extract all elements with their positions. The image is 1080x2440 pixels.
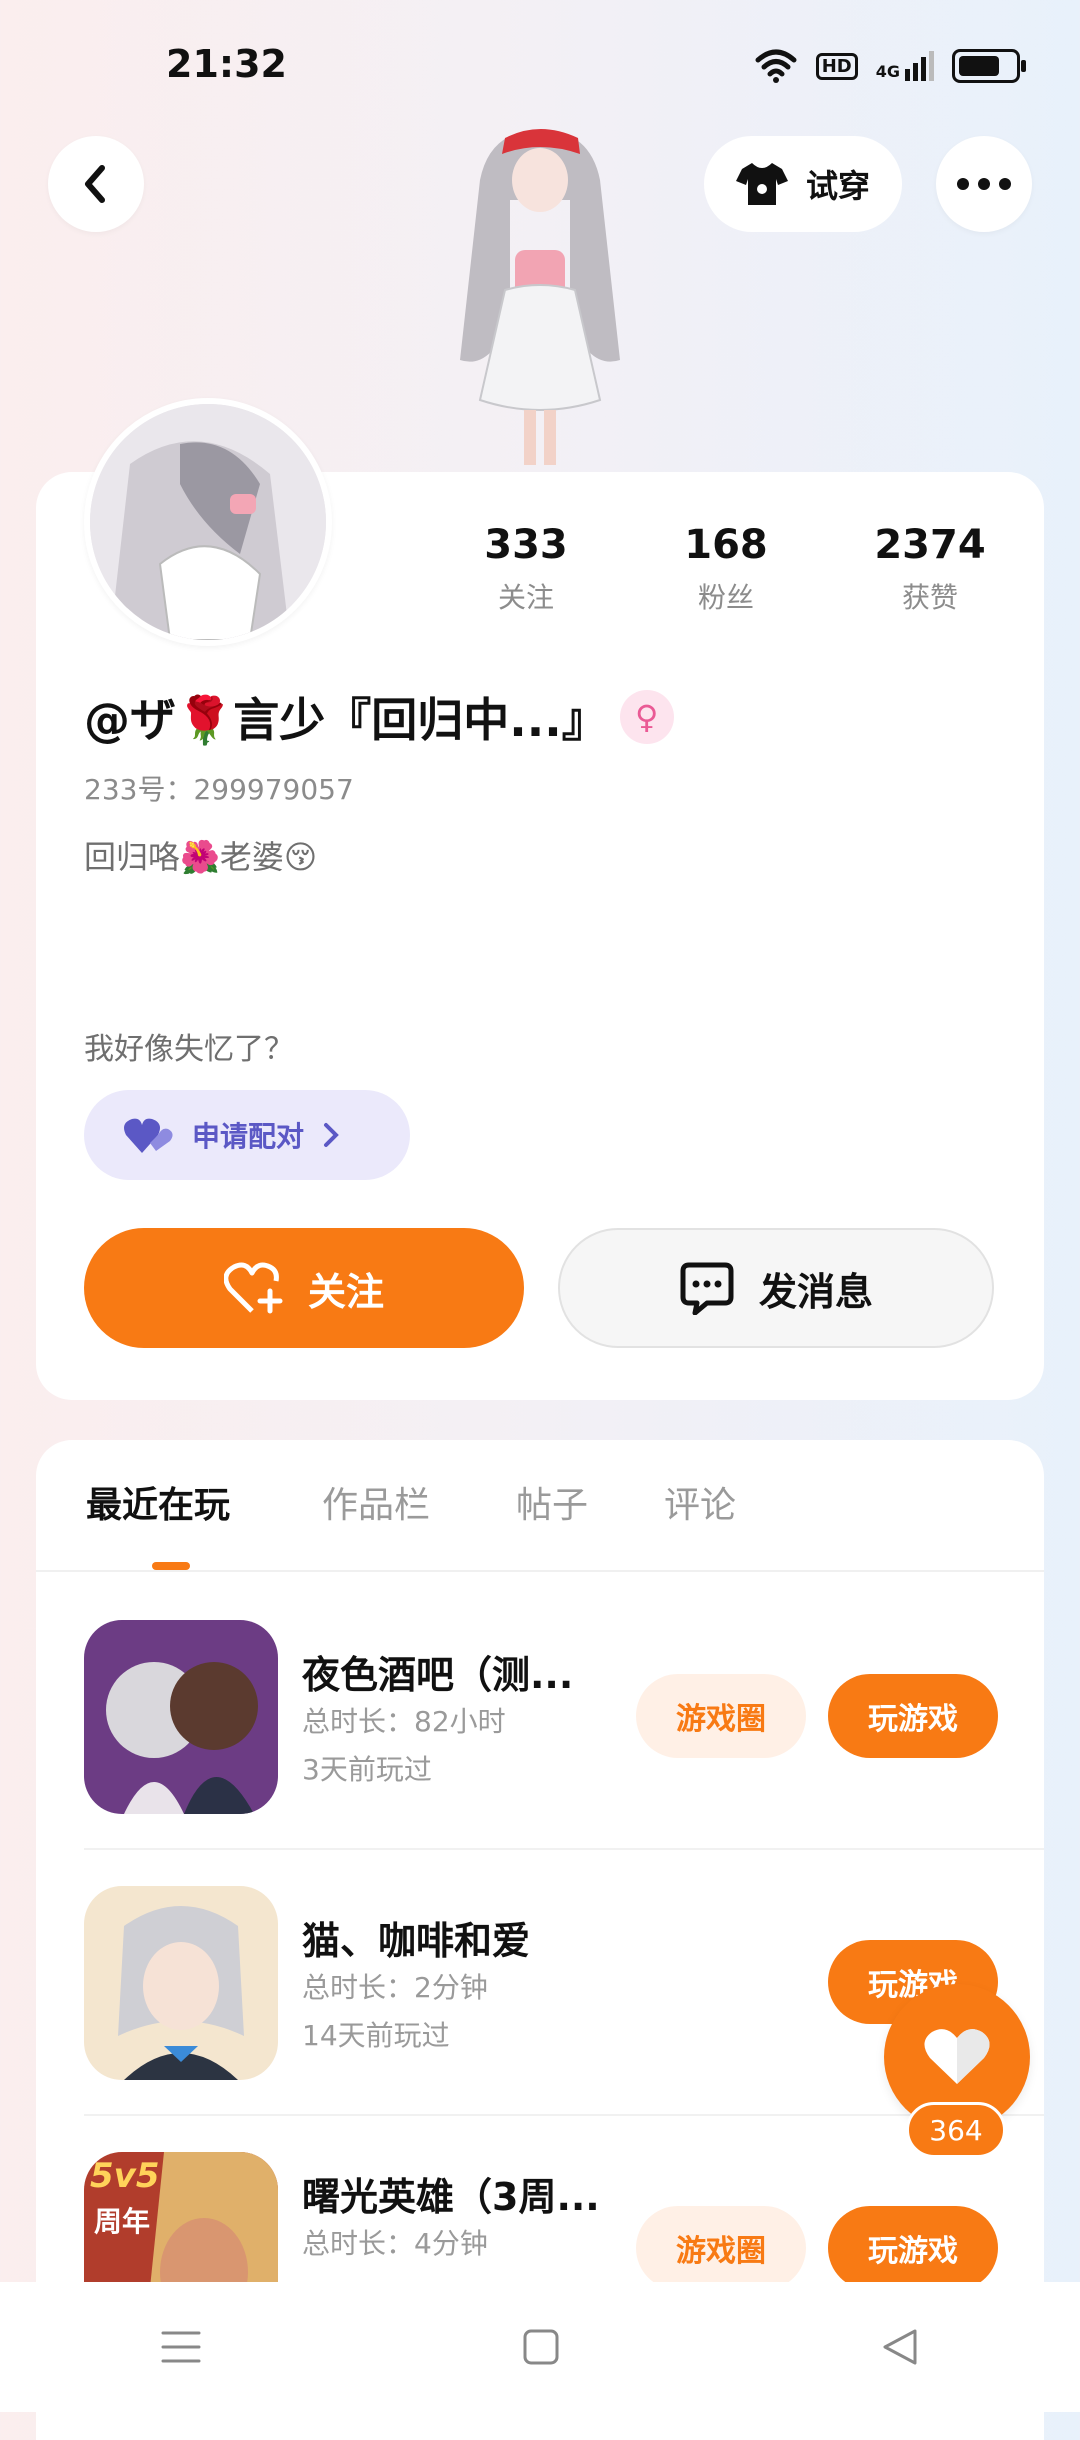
tabs-divider [36,1570,1044,1572]
stat-likes[interactable]: 2374 获赞 [830,522,1030,616]
status-icons: HD 4G [754,48,1026,84]
menu-icon[interactable] [161,2329,201,2365]
try-on-button[interactable]: 试穿 [704,136,903,232]
apply-pair-label: 申请配对 [192,1120,305,1153]
row-divider [84,1848,1044,1850]
user-id: 233号：299979057 [84,773,354,806]
row-divider [84,2114,1044,2116]
bio-line-2: 我好像失忆了？ [84,1032,294,1067]
game-icon [84,1620,278,1814]
network-type: 4G [875,62,900,81]
game-title: 猫、咖啡和爱 [302,1919,531,1963]
stat-likes-value: 2374 [874,522,986,568]
nickname: @ザ🌹言少『回归中...』 [84,693,608,747]
heart-plus-icon [223,1262,283,1314]
active-tab-indicator [152,1562,190,1570]
game-circle-button[interactable]: 游戏圈 [636,2206,806,2282]
game-icon-badge: 5v5 [90,2156,160,2196]
tab-comments[interactable]: 评论 [664,1476,736,1528]
more-button[interactable] [936,136,1032,232]
tab-recent-playing[interactable]: 最近在玩 [86,1476,230,1528]
play-game-button[interactable]: 玩游戏 [828,2206,998,2282]
play-game-button[interactable]: 玩游戏 [828,1674,998,1758]
nickname-row: @ザ🌹言少『回归中...』 ♀ [84,684,674,750]
home-icon[interactable] [522,2328,560,2366]
signal-icon: 4G [876,51,934,81]
stat-fans[interactable]: 168 粉丝 [626,522,826,616]
chevron-left-icon [85,165,105,203]
game-title: 曙光英雄（3周... [302,2175,600,2219]
game-last-played: 14天前玩过 [302,2019,450,2052]
female-gender-icon: ♀ [619,690,674,744]
wifi-icon [755,49,797,83]
game-duration: 总时长：2分钟 [302,1971,488,2004]
game-last-played: 3天前玩过 [302,1753,432,1786]
chevron-right-icon [324,1123,339,1147]
stat-following-value: 333 [484,522,568,568]
game-icon-badge-secondary: 周年 [94,2205,151,2238]
game-row[interactable]: 夜色酒吧（测... 总时长：82小时 3天前玩过 游戏圈 玩游戏 [36,1590,1044,1856]
stat-following[interactable]: 333 关注 [426,522,626,616]
tshirt-icon [736,163,788,205]
system-nav-bar [0,2282,1080,2412]
tab-posts[interactable]: 帖子 [516,1476,588,1528]
follow-label: 关注 [307,1269,384,1314]
send-message-button[interactable]: 发消息 [558,1228,994,1348]
game-title: 夜色酒吧（测... [302,1653,574,1697]
apply-pair-button[interactable]: 申请配对 [84,1090,410,1180]
chat-bubble-icon [680,1262,734,1315]
status-time: 21:32 [166,42,287,86]
game-duration: 总时长：82小时 [302,1705,506,1738]
game-circle-button[interactable]: 游戏圈 [636,1674,806,1758]
stat-likes-label: 获赞 [901,581,958,614]
back-button[interactable] [48,136,144,232]
like-count: 364 [906,2102,1006,2158]
avatar[interactable] [84,398,332,646]
more-dots-icon [957,178,1011,190]
game-duration: 总时长：4分钟 [302,2227,488,2260]
battery-icon [952,49,1026,83]
heart-icon [924,2029,990,2084]
bio-line-1: 回归咯🌺老婆😚 [84,838,318,876]
stat-fans-label: 粉丝 [697,581,754,614]
stat-following-label: 关注 [497,581,554,614]
tab-works[interactable]: 作品栏 [322,1476,430,1528]
back-triangle-icon[interactable] [881,2327,919,2367]
stat-fans-value: 168 [684,522,768,568]
avatar-figure-image [420,120,660,470]
game-icon: 5v5 周年 [84,2152,278,2282]
follow-button[interactable]: 关注 [84,1228,524,1348]
game-icon [84,1886,278,2080]
try-on-label: 试穿 [806,167,871,205]
double-heart-icon [124,1118,173,1153]
hd-badge: HD [815,52,858,80]
game-row[interactable]: 5v5 周年 曙光英雄（3周... 总时长：4分钟 游戏圈 玩游戏 [36,2122,1044,2282]
send-message-label: 发消息 [758,1269,873,1314]
